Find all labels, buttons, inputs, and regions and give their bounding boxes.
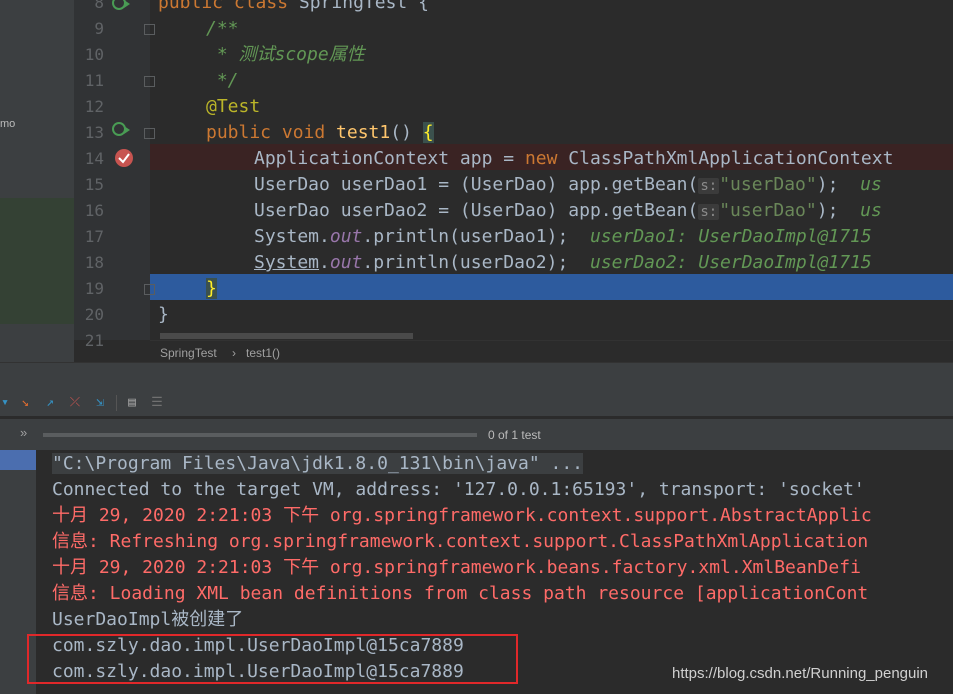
line-number: 9 [94,19,104,38]
line-number: 12 [84,97,104,116]
run-class-icon[interactable] [110,0,132,12]
breadcrumb-separator: › [232,346,236,360]
line-number: 18 [84,253,104,272]
step-into-icon[interactable]: ↘ [18,396,32,410]
code-token: out [329,226,363,247]
parameter-hint: s: [698,178,720,194]
line-number: 15 [84,175,104,194]
project-tree-selection[interactable] [0,198,74,324]
run-test-icon[interactable] [110,120,132,138]
breadcrumb-class[interactable]: SpringTest [160,346,217,360]
line-number: 21 [84,331,104,350]
line-number: 20 [84,305,104,324]
code-token: { [422,122,434,143]
code-token: "userDao" [719,174,817,195]
fold-marker[interactable] [144,284,155,295]
code-token: "userDao" [719,200,817,221]
breadcrumb-method[interactable]: test1() [246,346,280,360]
line-number: 17 [84,227,104,246]
fold-marker[interactable] [144,24,155,35]
code-line-13[interactable]: public void test1() { [206,120,434,146]
line-number: 19 [84,279,104,298]
line-number: 16 [84,201,104,220]
expand-toggle[interactable]: » [20,425,27,440]
console-line: "C:\Program Files\Java\jdk1.8.0_131\bin\… [52,451,584,477]
code-line-12[interactable]: @Test [206,94,260,120]
code-line-16[interactable]: UserDao userDao2 = (UserDao) app.getBean… [254,198,882,225]
highlight-annotation-box [27,634,518,684]
breakpoint-icon[interactable] [113,147,135,169]
trace-icon[interactable]: ☰ [150,396,164,410]
code-token: System [254,252,320,273]
code-token: .println(userDao2); [362,252,569,273]
code-token: test1 [336,122,391,143]
line-number: 13 [84,123,104,142]
watermark: https://blog.csdn.net/Running_penguin [672,665,929,682]
code-line-18[interactable]: System.out.println(userDao2); userDao2: … [254,250,872,276]
console-line: 十月 29, 2020 2:21:03 下午 org.springframewo… [52,505,872,526]
code-token: .println(userDao1); [362,226,569,247]
fold-marker[interactable] [144,76,155,87]
code-token: UserDao userDao2 = (UserDao) app.getBean… [254,200,699,221]
code-token: System. [254,226,330,247]
code-token: new [524,148,569,169]
debug-panel-header [0,362,953,389]
test-status: 0 of 1 test [488,428,541,442]
code-line-17[interactable]: System.out.println(userDao1); userDao1: … [254,224,872,250]
test-progress-track [43,433,477,437]
fold-marker[interactable] [144,128,155,139]
code-token: . [319,252,330,273]
line-number: 11 [84,71,104,90]
code-token: out [329,252,363,273]
console-line: 信息: Loading XML bean definitions from cl… [52,583,869,604]
step-over-icon[interactable]: ▾ [0,396,12,410]
code-line-20[interactable]: } [158,302,169,328]
debug-inline-value: us [860,200,882,221]
code-line-11[interactable]: */ [206,68,239,94]
toolbar-divider [116,395,117,411]
code-token: UserDao userDao1 = (UserDao) app.getBean… [254,174,699,195]
current-execution-line [150,274,953,300]
test-tree-selected-row[interactable] [0,450,36,470]
debug-toolbar [0,389,953,416]
code-token: ApplicationContext app = [254,148,525,169]
parameter-hint: s: [698,204,720,220]
code-line-10[interactable]: * 测试scope属性 [206,42,365,68]
code-token: public void [206,122,337,143]
test-progress-bar: » 0 of 1 test [0,419,953,450]
console-line: Connected to the target VM, address: '12… [52,479,865,500]
code-token: () [390,122,423,143]
code-token: public class [158,0,299,13]
console-command[interactable]: "C:\Program Files\Java\jdk1.8.0_131\bin\… [52,453,584,474]
code-line-14[interactable]: ApplicationContext app = new ClassPathXm… [254,146,893,172]
code-token: ); [816,200,839,221]
debug-inline-value: userDao1: UserDaoImpl@1715 [589,226,872,247]
project-tree-label[interactable]: mo [0,118,15,130]
project-panel: mo [0,0,74,362]
code-token: SpringTest { [298,0,429,13]
console-line: 十月 29, 2020 2:21:03 下午 org.springframewo… [52,557,861,578]
console-line: 信息: Refreshing org.springframework.conte… [52,531,869,552]
run-to-cursor-icon[interactable]: ⇲ [93,396,107,410]
line-number: 10 [84,45,104,64]
debug-inline-value: userDao2: UserDaoImpl@1715 [589,252,872,273]
code-token: } [206,278,217,299]
code-line-15[interactable]: UserDao userDao1 = (UserDao) app.getBean… [254,172,882,199]
evaluate-expression-icon[interactable]: ▤ [125,396,139,410]
console-line: UserDaoImpl被创建了 [52,609,244,630]
force-step-icon[interactable]: ⤫ [68,396,82,410]
code-line-8[interactable]: public class SpringTest { [158,0,429,16]
code-line-19[interactable]: } [206,276,217,302]
code-token: ); [816,174,839,195]
debug-inline-value: us [860,174,882,195]
code-line-9[interactable]: /** [206,16,239,42]
line-number: 14 [84,149,104,168]
code-token: ClassPathXmlApplicationContext [568,148,894,169]
step-out-icon[interactable]: ↗ [43,396,57,410]
line-number: 8 [94,0,104,12]
editor-horizontal-scrollbar[interactable] [160,333,413,339]
breadcrumb: SpringTest › test1() [150,340,953,363]
